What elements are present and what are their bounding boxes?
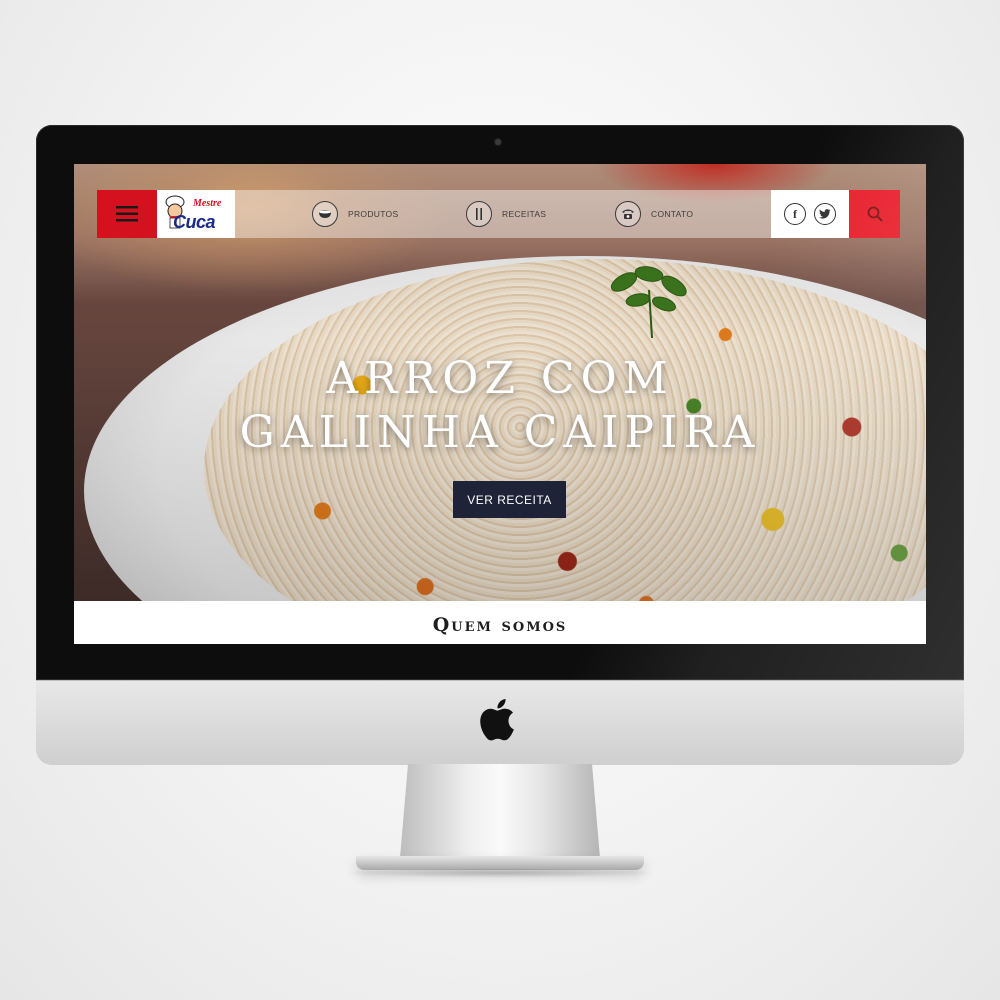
bowl-icon	[312, 201, 338, 227]
search-icon	[867, 206, 883, 222]
nav-contato[interactable]: CONTATO	[615, 190, 693, 238]
cutlery-icon	[466, 201, 492, 227]
apple-logo-icon	[480, 699, 514, 741]
logo-text-top: Mestre	[193, 198, 222, 209]
hero-title-line-2: GALINHA CAIPIRA	[239, 407, 761, 458]
search-button[interactable]	[849, 190, 900, 238]
nav-contato-label: CONTATO	[651, 209, 694, 219]
social-links: f	[771, 190, 849, 238]
section-title-quem-somos: Quem somos	[432, 614, 568, 636]
hero-banner: ARROZ COM GALINHA CAIPIRA VER RECEITA Me…	[74, 164, 926, 601]
phone-icon	[615, 201, 641, 227]
webcam	[495, 139, 501, 145]
hero-title: ARROZ COM GALINHA CAIPIRA	[74, 352, 926, 460]
screen: ARROZ COM GALINHA CAIPIRA VER RECEITA Me…	[74, 164, 926, 644]
nav-produtos[interactable]: PRODUTOS	[312, 190, 398, 238]
view-recipe-button[interactable]: VER RECEITA	[453, 481, 566, 518]
facebook-icon[interactable]: f	[784, 203, 806, 225]
twitter-icon[interactable]	[814, 203, 836, 225]
menu-button[interactable]	[97, 190, 157, 238]
top-navbar: Mestre Cuca PRODUTOS RECEITAS CONTATO f	[97, 190, 900, 238]
nav-produtos-label: PRODUTOS	[348, 209, 399, 219]
logo-text-bottom: Cuca	[173, 212, 216, 232]
brand-logo[interactable]: Mestre Cuca	[157, 190, 235, 238]
stand-shadow	[340, 868, 660, 878]
hero-title-line-1: ARROZ COM	[326, 353, 674, 404]
hamburger-icon	[116, 206, 138, 222]
nav-receitas[interactable]: RECEITAS	[466, 190, 546, 238]
monitor-stand	[400, 764, 600, 858]
nav-receitas-label: RECEITAS	[502, 209, 547, 219]
